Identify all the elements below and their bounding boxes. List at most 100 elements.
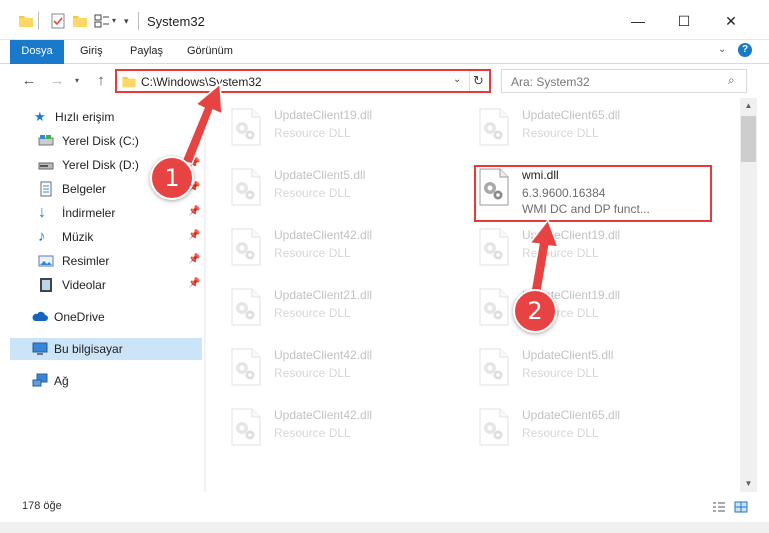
network-icon: [32, 373, 48, 387]
file-item[interactable]: UpdateClient19.dll Resource DLL: [478, 222, 708, 274]
drive-icon: [38, 135, 54, 146]
file-description: Resource DLL: [522, 426, 599, 440]
nav-downloads[interactable]: ↓ İndirmeler 📌: [0, 202, 204, 224]
tab-home[interactable]: Giriş: [80, 40, 103, 64]
file-description: Resource DLL: [522, 366, 599, 380]
annotation-badge-1: 1: [150, 156, 194, 200]
file-name: UpdateClient65.dll: [522, 108, 621, 122]
file-name: UpdateClient21.dll: [274, 288, 373, 302]
new-folder-icon[interactable]: [72, 12, 88, 30]
nav-music[interactable]: ♪ Müzik 📌: [0, 226, 204, 248]
nav-videos[interactable]: Videolar 📌: [0, 274, 204, 296]
search-box[interactable]: Ara: System32 ⌕: [501, 69, 747, 93]
file-item[interactable]: UpdateClient42.dll Resource DLL: [230, 222, 460, 274]
annotation-badge-2: 2: [513, 289, 557, 333]
file-name: UpdateClient65.dll: [522, 408, 621, 422]
folder-icon: [122, 76, 136, 88]
expand-ribbon-icon[interactable]: ⌄: [718, 44, 726, 55]
address-row: ← → ▾ ↑ C:\Windows\System32 ⌄ ↻ Ara: Sys…: [0, 64, 769, 98]
pin-icon: 📌: [188, 230, 201, 241]
cloud-icon: [32, 311, 48, 321]
computer-icon: [32, 342, 48, 355]
address-bar[interactable]: C:\Windows\System32 ⌄ ↻: [115, 69, 491, 93]
maximize-button[interactable]: ☐: [664, 8, 704, 34]
window-title: System32: [147, 14, 205, 29]
music-icon: ♪: [38, 228, 46, 245]
ribbon-tabs: Dosya Giriş Paylaş Görünüm ⌄ ?: [0, 40, 769, 92]
window-bottom-edge: [0, 522, 769, 533]
file-description: Resource DLL: [522, 126, 599, 140]
separator: [138, 12, 140, 30]
scrollbar-thumb[interactable]: [741, 116, 756, 162]
nav-quick-access[interactable]: ★ Hızlı erişim: [0, 106, 204, 128]
pin-icon: 📌: [188, 278, 201, 289]
dll-file-icon: [478, 408, 510, 446]
vertical-scrollbar[interactable]: ▲ ▼: [740, 98, 757, 492]
tab-share[interactable]: Paylaş: [130, 40, 163, 64]
highlight-box: [474, 165, 712, 222]
properties-icon[interactable]: [50, 12, 66, 30]
help-icon[interactable]: ?: [738, 43, 752, 57]
download-icon: ↓: [38, 204, 46, 221]
nav-local-disk-c[interactable]: Yerel Disk (C:) 📌: [0, 130, 204, 152]
nav-network[interactable]: Ağ: [0, 370, 204, 392]
large-icons-view-icon[interactable]: [734, 501, 748, 513]
nav-onedrive[interactable]: OneDrive: [0, 306, 204, 328]
item-count: 178 öğe: [22, 500, 62, 512]
nav-pictures[interactable]: Resimler 📌: [0, 250, 204, 272]
close-icon: ✕: [725, 13, 737, 29]
dll-file-icon: [230, 408, 262, 446]
dll-file-icon: [478, 228, 510, 266]
forward-button[interactable]: →: [47, 71, 67, 91]
file-description: Resource DLL: [522, 246, 599, 260]
file-item[interactable]: UpdateClient65.dll Resource DLL: [478, 102, 708, 154]
refresh-icon[interactable]: ↻: [469, 71, 487, 91]
recent-locations-button[interactable]: ▾: [67, 71, 87, 91]
minimize-button[interactable]: —: [618, 8, 658, 34]
file-item[interactable]: UpdateClient42.dll Resource DLL: [230, 342, 460, 394]
file-item[interactable]: UpdateClient65.dll Resource DLL: [478, 402, 708, 454]
file-item[interactable]: UpdateClient42.dll Resource DLL: [230, 402, 460, 454]
tab-view[interactable]: Görünüm: [187, 40, 233, 64]
file-name: UpdateClient19.dll: [274, 108, 373, 122]
pin-icon: 📌: [188, 206, 201, 217]
scroll-down-icon[interactable]: ▼: [740, 476, 757, 492]
drive-icon: [38, 162, 54, 170]
chevron-down-icon[interactable]: ⌄: [453, 74, 461, 85]
nav-this-pc[interactable]: Bu bilgisayar: [10, 338, 202, 360]
file-description: Resource DLL: [274, 366, 351, 380]
customize-toolbar-icon[interactable]: ▾: [124, 12, 134, 30]
search-placeholder: Ara: System32: [511, 75, 590, 89]
file-description: Resource DLL: [274, 246, 351, 260]
arrow-left-icon: ←: [21, 72, 37, 89]
details-view-icon[interactable]: [712, 501, 726, 513]
file-item[interactable]: UpdateClient5.dll Resource DLL: [230, 162, 460, 214]
folder-icon: [19, 16, 33, 27]
file-description: Resource DLL: [274, 306, 351, 320]
up-button[interactable]: ↑: [91, 71, 111, 91]
file-item[interactable]: UpdateClient5.dll Resource DLL: [478, 342, 708, 394]
file-list: UpdateClient19.dll Resource DLL UpdateClie…: [206, 98, 740, 492]
file-name: UpdateClient42.dll: [274, 228, 373, 242]
file-name: UpdateClient42.dll: [274, 348, 373, 362]
scroll-up-icon[interactable]: ▲: [740, 98, 757, 114]
file-item[interactable]: UpdateClient19.dll Resource DLL: [230, 102, 460, 154]
dll-file-icon: [230, 348, 262, 386]
dll-file-icon: [478, 348, 510, 386]
chevron-down-icon[interactable]: ▾: [112, 12, 120, 30]
pin-icon: 📌: [188, 254, 201, 265]
file-name: UpdateClient42.dll: [274, 408, 373, 422]
file-description: Resource DLL: [274, 126, 351, 140]
search-icon: ⌕: [728, 73, 735, 87]
file-description: Resource DLL: [274, 186, 351, 200]
arrow-up-icon: ↑: [97, 72, 105, 89]
back-button[interactable]: ←: [19, 71, 39, 91]
separator: [38, 12, 40, 30]
file-item[interactable]: UpdateClient21.dll Resource DLL: [230, 282, 460, 334]
documents-icon: [40, 181, 52, 197]
view-options-icon[interactable]: [94, 12, 110, 30]
file-name: UpdateClient5.dll: [274, 168, 366, 182]
close-button[interactable]: ✕: [711, 8, 751, 34]
file-name: UpdateClient19.dll: [522, 228, 621, 242]
dll-file-icon: [230, 228, 262, 266]
